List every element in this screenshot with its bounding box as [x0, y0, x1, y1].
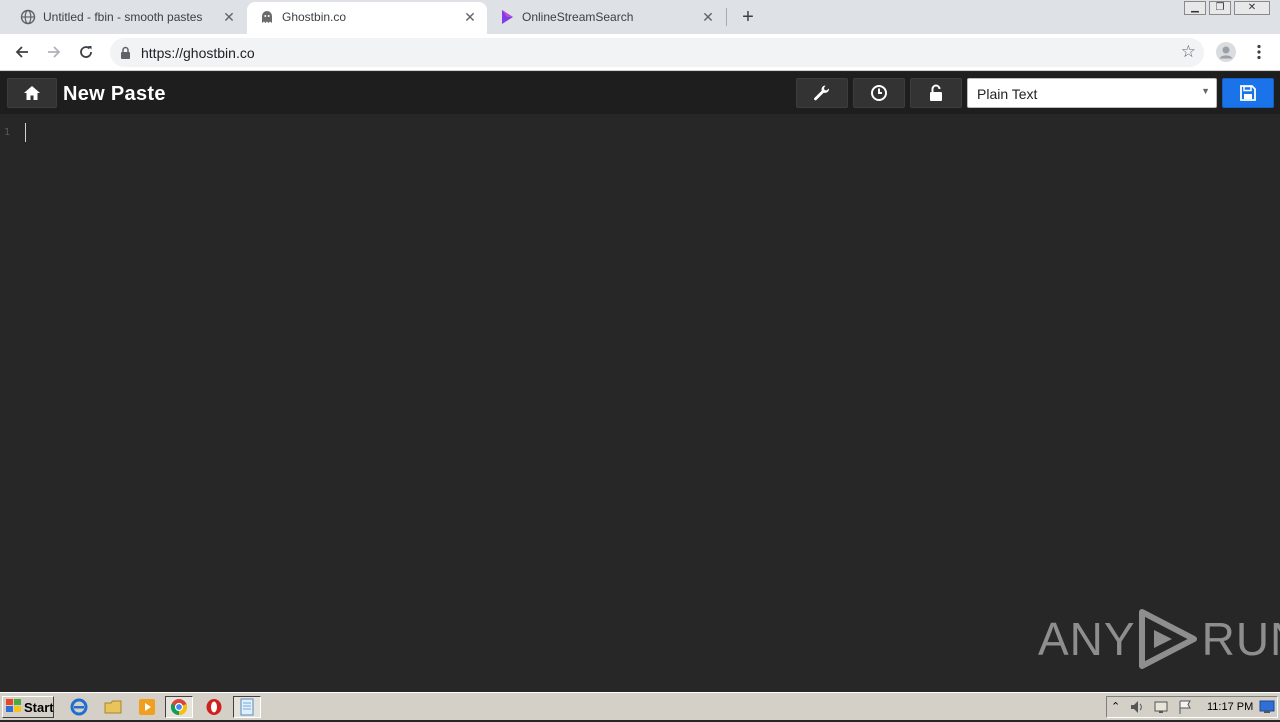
tab-onlinestreamsearch[interactable]: OnlineStreamSearch ✕: [487, 2, 725, 34]
close-window-button[interactable]: ✕: [1234, 1, 1270, 15]
notepad-taskbar-button[interactable]: [233, 696, 261, 718]
clock-icon: [871, 85, 887, 101]
tab-title: Ghostbin.co: [282, 10, 347, 24]
windows-taskbar: Start ⌃ 11:17 PM: [0, 692, 1280, 720]
watermark-left-text: ANY: [1038, 613, 1136, 665]
internet-explorer-icon[interactable]: [70, 698, 88, 716]
volume-icon[interactable]: [1129, 699, 1145, 720]
paste-editor[interactable]: 1: [0, 114, 1280, 690]
ghost-icon: [259, 9, 275, 25]
kebab-menu-icon: [1257, 44, 1261, 60]
chrome-icon: [170, 699, 188, 716]
back-button[interactable]: [10, 40, 34, 64]
chevron-down-icon: ▼: [1201, 86, 1210, 96]
windows-flag-icon: [6, 698, 22, 716]
network-icon[interactable]: [1153, 699, 1169, 720]
unlock-icon: [930, 84, 942, 101]
start-button[interactable]: Start: [2, 696, 54, 718]
forward-button[interactable]: [42, 40, 66, 64]
action-center-flag-icon[interactable]: [1177, 699, 1193, 720]
address-bar[interactable]: https://ghostbin.co ☆: [110, 38, 1204, 67]
notepad-icon: [240, 698, 254, 716]
tab-fbin[interactable]: Untitled - fbin - smooth pastes ✕: [8, 2, 246, 34]
opera-icon[interactable]: [205, 698, 223, 716]
lock-icon: [120, 46, 131, 64]
start-label: Start: [24, 699, 54, 715]
text-caret: [25, 123, 26, 142]
avatar-icon: [1216, 42, 1236, 62]
floppy-save-icon: [1240, 85, 1256, 101]
save-button[interactable]: [1222, 78, 1274, 108]
home-button[interactable]: [7, 78, 57, 108]
anyrun-watermark: ANY RUN: [1038, 606, 1280, 672]
watermark-right-text: RUN: [1201, 613, 1280, 665]
browser-menu-button[interactable]: [1247, 40, 1271, 64]
tray-expand-icon[interactable]: ⌃: [1111, 700, 1120, 713]
page-title: New Paste: [63, 83, 166, 105]
tab-title: Untitled - fbin - smooth pastes: [43, 10, 203, 24]
reload-button[interactable]: [74, 40, 98, 64]
tab-close-button[interactable]: ✕: [699, 8, 717, 26]
line-number: 1: [4, 127, 11, 138]
globe-icon: [20, 9, 36, 25]
tab-close-button[interactable]: ✕: [220, 8, 238, 26]
ghostbin-header: New Paste Plain Text ▼: [0, 72, 1280, 114]
tab-separator: [726, 8, 727, 26]
wrench-icon: [814, 85, 830, 101]
back-arrow-icon: [15, 46, 28, 58]
profile-avatar[interactable]: [1214, 40, 1238, 64]
language-select[interactable]: Plain Text ▼: [967, 78, 1217, 108]
encryption-button[interactable]: [910, 78, 962, 108]
forward-arrow-icon: [48, 46, 61, 58]
play-logo-icon: [1138, 609, 1197, 669]
tab-title: OnlineStreamSearch: [522, 10, 634, 24]
tab-close-button[interactable]: ✕: [461, 8, 479, 26]
settings-button[interactable]: [796, 78, 848, 108]
home-icon: [24, 86, 40, 100]
minimize-button[interactable]: ▁: [1184, 1, 1206, 15]
expiration-button[interactable]: [853, 78, 905, 108]
file-explorer-icon[interactable]: [104, 698, 122, 716]
restore-button[interactable]: ❐: [1209, 1, 1231, 15]
language-select-value: Plain Text: [977, 86, 1038, 102]
browser-toolbar: https://ghostbin.co ☆: [0, 34, 1280, 71]
chrome-taskbar-button[interactable]: [165, 696, 193, 718]
reload-icon: [80, 46, 92, 58]
bookmark-star-icon[interactable]: ☆: [1181, 43, 1196, 61]
system-tray: ⌃ 11:17 PM: [1106, 696, 1278, 718]
tab-ghostbin[interactable]: Ghostbin.co ✕: [247, 2, 487, 34]
show-desktop-icon[interactable]: [1259, 700, 1275, 719]
media-player-icon[interactable]: [138, 698, 156, 716]
taskbar-clock[interactable]: 11:17 PM: [1207, 701, 1253, 713]
play-icon: [499, 9, 515, 25]
new-tab-button[interactable]: +: [737, 6, 759, 28]
url-text: https://ghostbin.co: [141, 45, 255, 61]
tab-strip: Untitled - fbin - smooth pastes ✕ Ghostb…: [0, 0, 1280, 34]
